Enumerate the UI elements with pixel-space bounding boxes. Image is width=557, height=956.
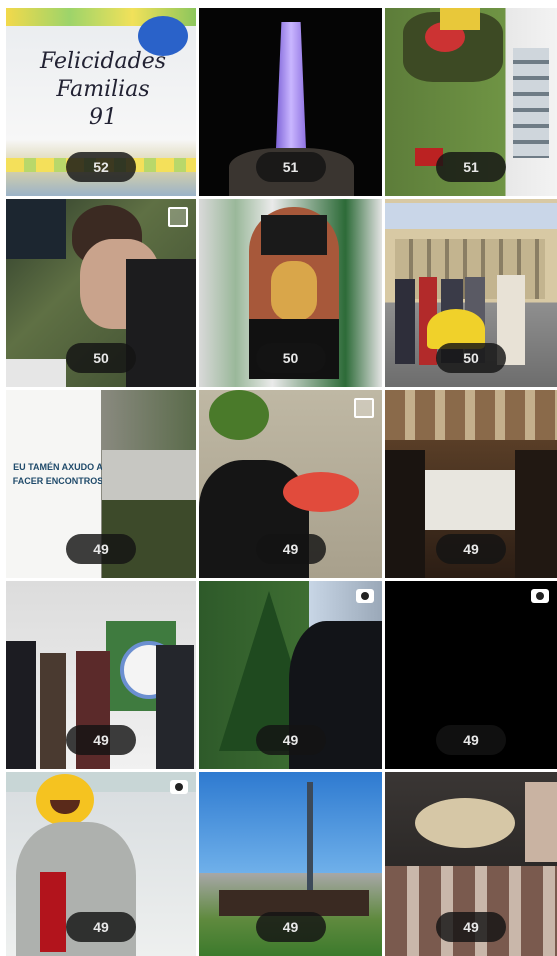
cake-text: Felicidades Familias 91 xyxy=(39,49,167,130)
photo-tile[interactable]: 49 xyxy=(385,772,557,956)
likes-count-badge: 49 xyxy=(66,534,136,564)
likes-count-badge: 50 xyxy=(66,343,136,373)
likes-count-badge: 49 xyxy=(66,912,136,942)
likes-count-badge: 49 xyxy=(255,725,326,755)
video-icon xyxy=(531,589,549,603)
likes-count-badge: 51 xyxy=(255,152,326,182)
likes-count-badge: 50 xyxy=(436,343,506,373)
photo-tile[interactable]: 49 xyxy=(385,581,557,769)
photo-tile[interactable]: 49 xyxy=(199,581,382,769)
likes-count-badge: 50 xyxy=(255,343,326,373)
likes-count-badge: 49 xyxy=(436,725,506,755)
photo-grid: Felicidades Familias 91 52 51 51 50 50 5… xyxy=(6,8,557,956)
likes-count-badge: 51 xyxy=(436,152,506,182)
photo-tile[interactable]: 49 xyxy=(385,390,557,578)
multi-photo-icon xyxy=(354,398,374,418)
photo-tile[interactable]: 49 xyxy=(199,390,382,578)
poster-text: EU TAMÉN AXUDO A FACER ENCONTROS xyxy=(12,462,104,486)
likes-count-badge: 49 xyxy=(436,912,506,942)
likes-count-badge: 49 xyxy=(66,725,136,755)
likes-count-badge: 49 xyxy=(436,534,506,564)
video-icon xyxy=(356,589,374,603)
photo-tile[interactable]: 51 xyxy=(199,8,382,196)
photo-tile[interactable]: 51 xyxy=(385,8,557,196)
video-icon xyxy=(170,780,188,794)
photo-tile[interactable]: Felicidades Familias 91 52 xyxy=(6,8,196,196)
likes-count-badge: 49 xyxy=(255,912,326,942)
photo-tile[interactable]: 49 xyxy=(199,772,382,956)
photo-tile[interactable]: EU TAMÉN AXUDO A FACER ENCONTROS 49 xyxy=(6,390,196,578)
photo-tile[interactable]: 50 xyxy=(385,199,557,387)
photo-tile[interactable]: 50 xyxy=(6,199,196,387)
multi-photo-icon xyxy=(168,207,188,227)
photo-tile[interactable]: 50 xyxy=(199,199,382,387)
likes-count-badge: 52 xyxy=(66,152,136,182)
photo-tile[interactable]: 49 xyxy=(6,772,196,956)
likes-count-badge: 49 xyxy=(255,534,326,564)
photo-tile[interactable]: 49 xyxy=(6,581,196,769)
